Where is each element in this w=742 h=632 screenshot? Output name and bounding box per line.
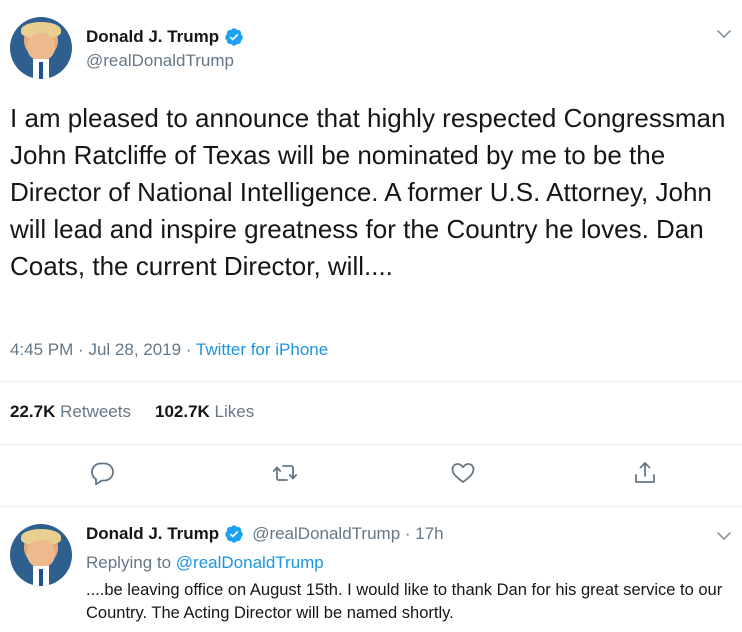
likes-stat[interactable]: 102.7K Likes (155, 402, 254, 422)
divider (0, 444, 742, 445)
author-handle[interactable]: @realDonaldTrump (86, 51, 234, 71)
reply-tweet-text: ....be leaving office on August 15th. I … (86, 581, 723, 622)
avatar[interactable] (10, 524, 72, 586)
meta-separator: · (78, 340, 84, 359)
chevron-down-icon[interactable] (716, 26, 732, 42)
author-name-row[interactable]: Donald J. Trump (86, 27, 244, 47)
retweets-stat[interactable]: 22.7K Retweets (10, 402, 131, 422)
meta-separator: · (185, 340, 192, 359)
verified-badge-icon (224, 27, 244, 47)
tweet-date[interactable]: Jul 28, 2019 (88, 340, 181, 359)
reply-button[interactable] (89, 460, 115, 486)
share-icon (635, 462, 655, 483)
tweet-stats: 22.7K Retweets 102.7K Likes (10, 402, 254, 422)
share-button[interactable] (632, 460, 658, 486)
heart-icon (451, 463, 475, 483)
likes-label: Likes (214, 402, 255, 421)
like-button[interactable] (450, 460, 476, 486)
author-handle-time[interactable]: @realDonaldTrump · 17h (252, 524, 443, 544)
replying-to: Replying to @realDonaldTrump (86, 553, 324, 573)
chevron-down-icon[interactable] (716, 528, 732, 544)
reply-author-row: Donald J. Trump @realDonaldTrump · 17h (86, 524, 444, 544)
retweet-button[interactable] (272, 460, 298, 486)
divider (0, 381, 742, 382)
author-name[interactable]: Donald J. Trump (86, 524, 219, 544)
tweet-time[interactable]: 4:45 PM (10, 340, 73, 359)
avatar[interactable] (10, 17, 72, 79)
retweets-count: 22.7K (10, 402, 56, 421)
verified-badge-icon (224, 524, 244, 544)
likes-count: 102.7K (154, 402, 210, 421)
tweet-metadata: 4:45 PM · Jul 28, 2019 · Twitter for iPh… (10, 340, 328, 360)
divider (0, 506, 742, 507)
reply-icon (91, 462, 114, 486)
retweet-icon (272, 465, 298, 481)
tweet-source-link[interactable]: Twitter for iPhone (196, 340, 328, 359)
replying-to-prefix: Replying to (86, 553, 172, 572)
tweet-text: I am pleased to announce that highly res… (10, 103, 726, 281)
retweets-label: Retweets (60, 402, 131, 421)
author-name[interactable]: Donald J. Trump (86, 27, 219, 47)
replying-to-link[interactable]: @realDonaldTrump (176, 553, 324, 572)
